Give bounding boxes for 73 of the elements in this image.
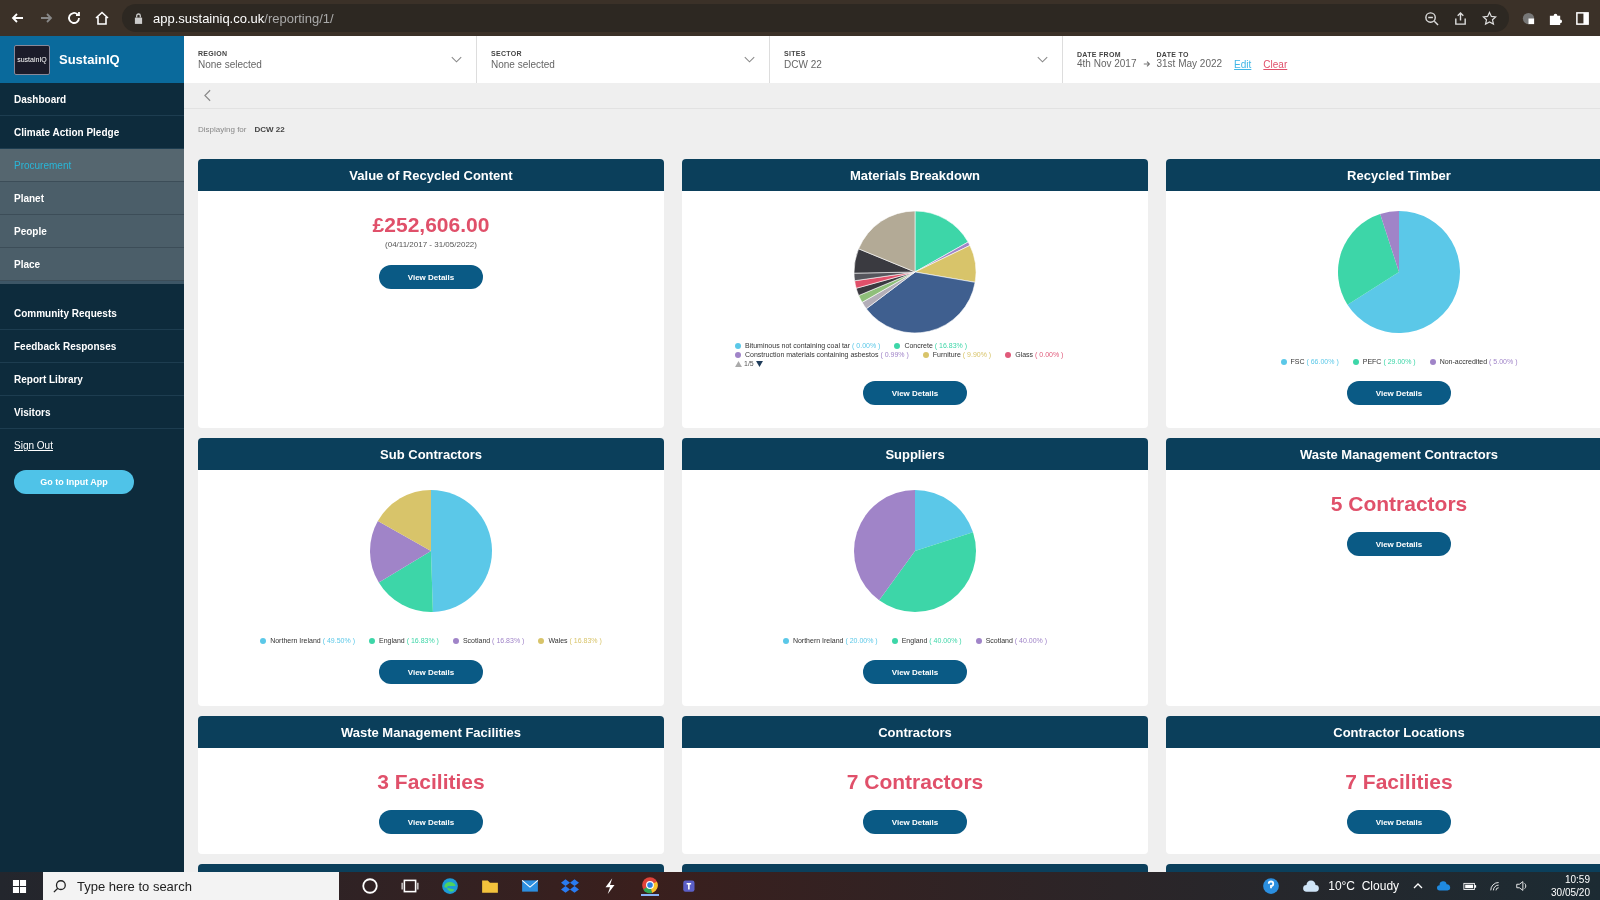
view-details-button[interactable]: View Details [379,265,483,289]
date-to: 31st May 2022 [1156,57,1223,69]
side-panel-icon[interactable] [1575,10,1590,26]
battery-icon[interactable] [1463,880,1478,892]
card-title: Value of Recycled Content [349,167,513,183]
taskbar-search-field[interactable]: Type here to search [43,872,339,900]
brand-name: SustainIQ [59,52,120,67]
view-details-button[interactable]: View Details [379,660,483,684]
card-title: Contractor Locations [1333,724,1465,740]
nav-item[interactable]: People [0,215,184,248]
clear-link[interactable]: Clear [1263,58,1288,70]
zoom-out-icon[interactable] [1424,10,1439,26]
nav-item[interactable]: Community Requests [0,297,184,330]
card-title: Sub Contractors [380,446,482,462]
card-title: Recycled Timber [1347,167,1451,183]
cloud-icon [1302,877,1321,895]
view-details-button[interactable]: View Details [1347,532,1451,556]
count-value: 5 Contractors [1330,492,1468,516]
task-view-icon[interactable] [401,877,419,895]
card-title: Waste Management Contractors [1299,446,1499,462]
date-from: 4th Nov 2017 [1077,57,1137,69]
sign-out-link[interactable]: Sign Out [0,429,184,462]
home-icon[interactable] [94,10,110,26]
clock-time[interactable]: 10:59 [1564,873,1590,886]
count-value: 7 Contractors [846,770,984,794]
card-title: Materials Breakdown [849,167,980,183]
page-down-icon[interactable] [755,360,763,367]
amount-value: £252,606.00 [372,213,490,237]
cloud-icon[interactable] [1437,880,1452,892]
star-icon[interactable] [1482,10,1497,26]
nav-item[interactable]: Report Library [0,363,184,396]
help-icon[interactable] [1262,877,1281,895]
search-icon [53,879,67,893]
weather-text[interactable]: 10°C Cloudy [1328,879,1400,893]
chevron-down-icon [1037,56,1048,63]
view-details-button[interactable]: View Details [379,810,483,834]
arrow-right-icon [1142,59,1151,68]
view-details-button[interactable]: View Details [1347,810,1451,834]
address-bar[interactable]: app.sustainiq.co.uk/reporting/1/ [122,4,1509,32]
nav-item[interactable]: Visitors [0,396,184,429]
nav-item[interactable]: Dashboard [0,83,184,116]
lock-icon [134,12,143,24]
displaying-site: DCW 22 [254,124,285,134]
search-input[interactable]: Type here to search [75,877,319,895]
chrome-icon[interactable] [641,876,659,896]
card-title: Waste Management Facilities [340,724,522,740]
reload-icon[interactable] [66,10,82,26]
url-text: app.sustainiq.co.uk/reporting/1/ [153,10,335,26]
card-title: Contractors [878,724,952,740]
extension-icon[interactable] [1521,10,1536,26]
displaying-label: Displaying for [198,124,247,134]
view-details-button[interactable]: View Details [863,381,967,405]
view-details-button[interactable]: View Details [863,810,967,834]
cortana-circle-icon[interactable] [361,877,379,895]
view-details-button[interactable]: View Details [1347,381,1451,405]
folder-icon[interactable] [481,877,499,895]
chevron-down-icon [744,56,755,63]
clock-date[interactable]: 30/05/20 [1551,886,1590,899]
chevron-down-icon [451,56,462,63]
view-details-button[interactable]: View Details [863,660,967,684]
edge-browser-icon[interactable] [441,877,459,895]
dropbox-icon[interactable] [561,877,579,895]
card-title: Suppliers [885,446,945,462]
nav-item[interactable]: Feedback Responses [0,330,184,363]
count-value: 7 Facilities [1345,770,1453,794]
count-value: 3 Facilities [377,770,485,794]
mail-icon[interactable] [521,877,539,895]
nav-item[interactable]: Planet [0,182,184,215]
share-icon[interactable] [1453,10,1468,26]
windows-start-icon[interactable] [12,878,27,894]
nav-item[interactable]: Place [0,248,184,281]
date-range: (04/11/2017 - 31/05/2022) [385,240,477,249]
back-chevron-icon[interactable] [204,89,211,102]
